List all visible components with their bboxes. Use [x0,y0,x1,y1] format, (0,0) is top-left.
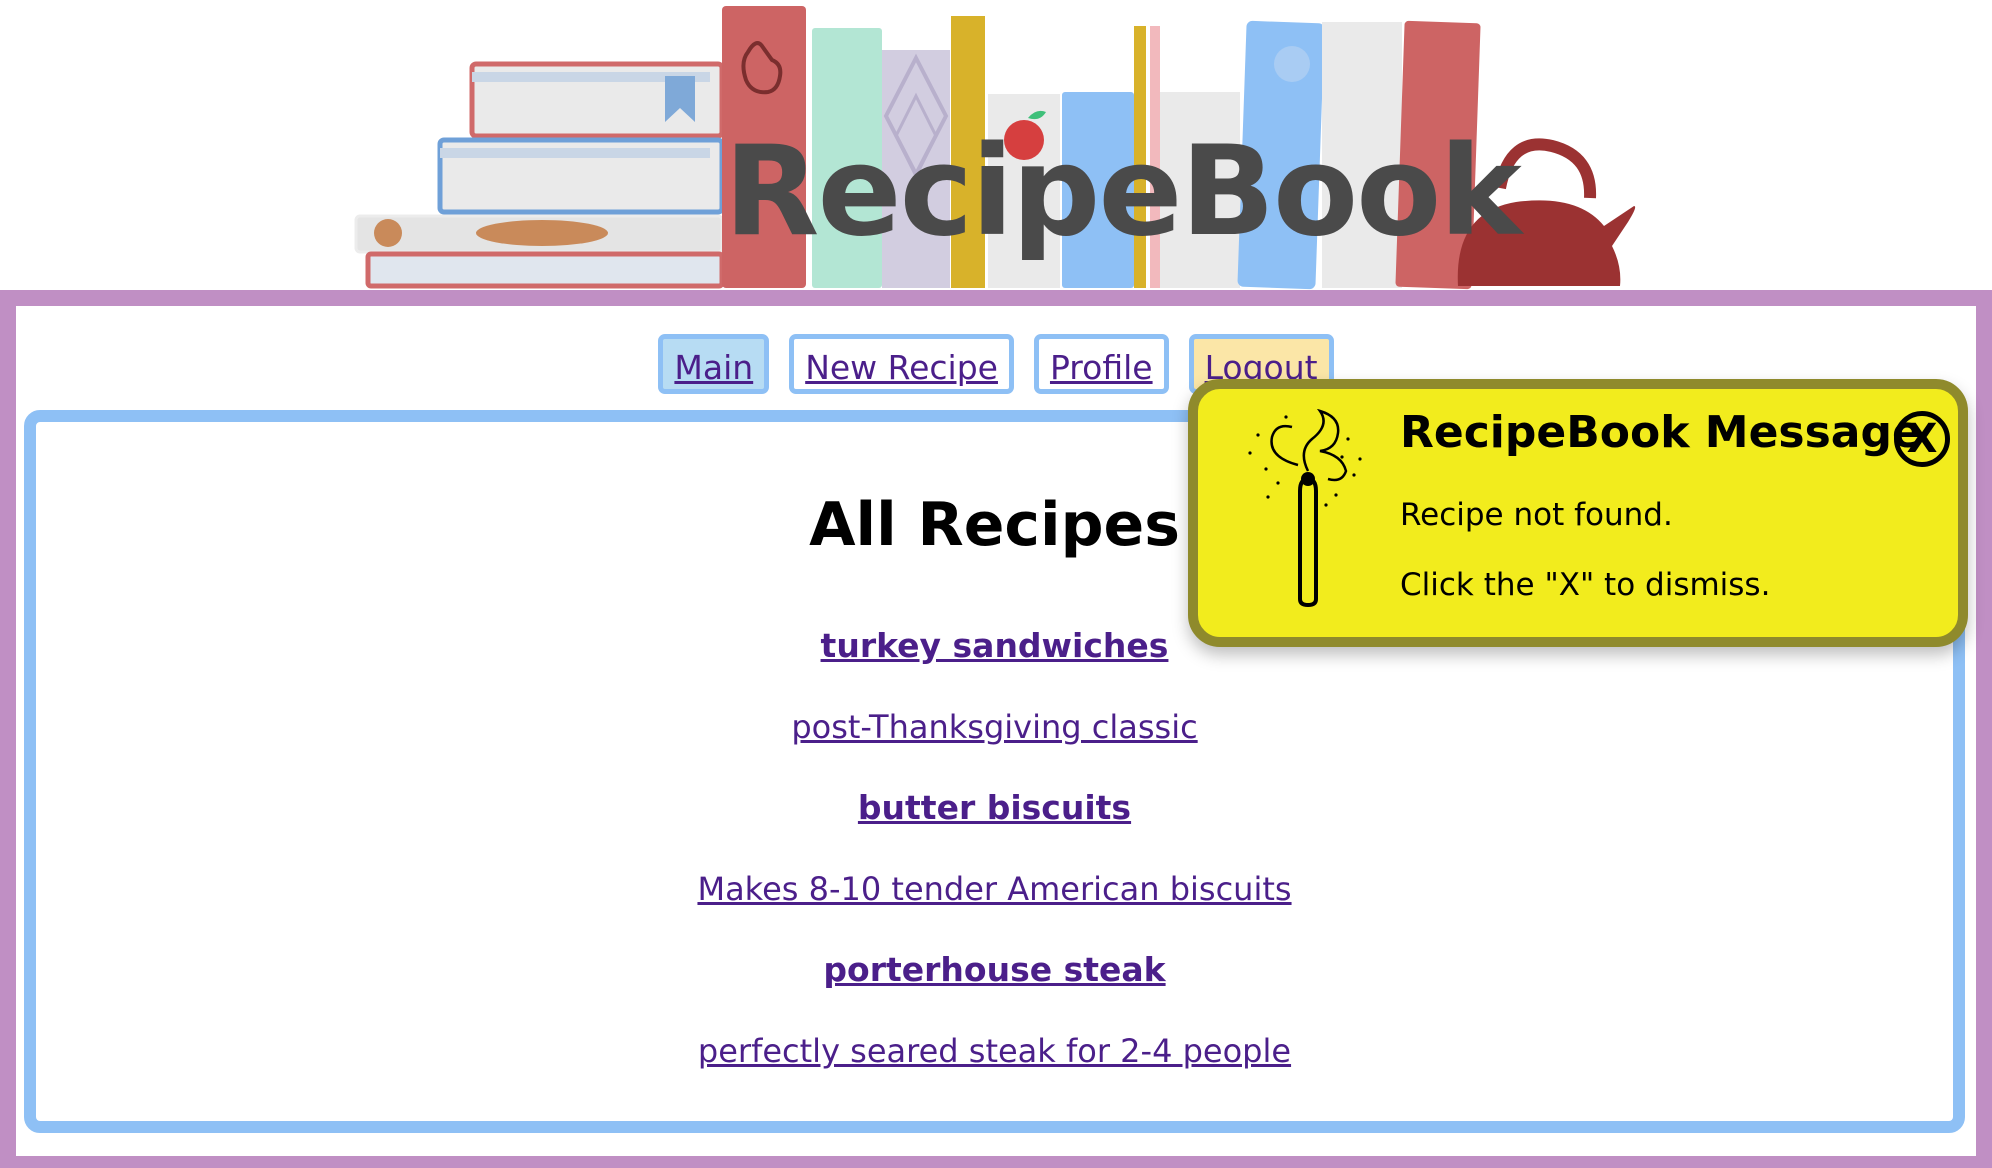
message-hint-text: Click the "X" to dismiss. [1400,567,1771,603]
message-text: Recipe not found. [1400,497,1673,533]
list-item: porterhouse steak [36,944,1953,996]
recipe-description-link[interactable]: perfectly seared steak for 2-4 people [698,1025,1291,1077]
recipe-description-link[interactable]: Makes 8-10 tender American biscuits [697,863,1291,915]
message-title: RecipeBook Message [1400,407,1922,458]
burnt-match-icon [1248,409,1362,608]
close-button[interactable]: X [1894,411,1950,467]
nav-new-recipe-button[interactable]: New Recipe [789,334,1014,394]
nav-profile-button[interactable]: Profile [1033,334,1169,394]
logo-text: RecipeBook [724,120,1524,264]
recipe-name-link[interactable]: turkey sandwiches [821,620,1169,672]
list-item: Makes 8-10 tender American biscuits [36,834,1953,944]
nav-main-button[interactable]: Main [658,334,770,394]
list-item: perfectly seared steak for 2-4 people [36,996,1953,1106]
message-toast: RecipeBook Message X Recipe not found. C… [1188,379,1968,647]
book-stack-illustration [354,61,725,289]
recipe-list: turkey sandwiches post-Thanksgiving clas… [36,620,1953,1106]
recipe-name-link[interactable]: porterhouse steak [823,944,1165,996]
header-banner: RecipeBook [0,0,1992,292]
recipe-description-link[interactable]: post-Thanksgiving classic [791,701,1197,753]
bookshelf-logo-illustration: RecipeBook [354,6,1636,290]
list-item: butter biscuits [36,782,1953,834]
recipe-name-link[interactable]: butter biscuits [858,782,1131,834]
list-item: post-Thanksgiving classic [36,672,1953,782]
